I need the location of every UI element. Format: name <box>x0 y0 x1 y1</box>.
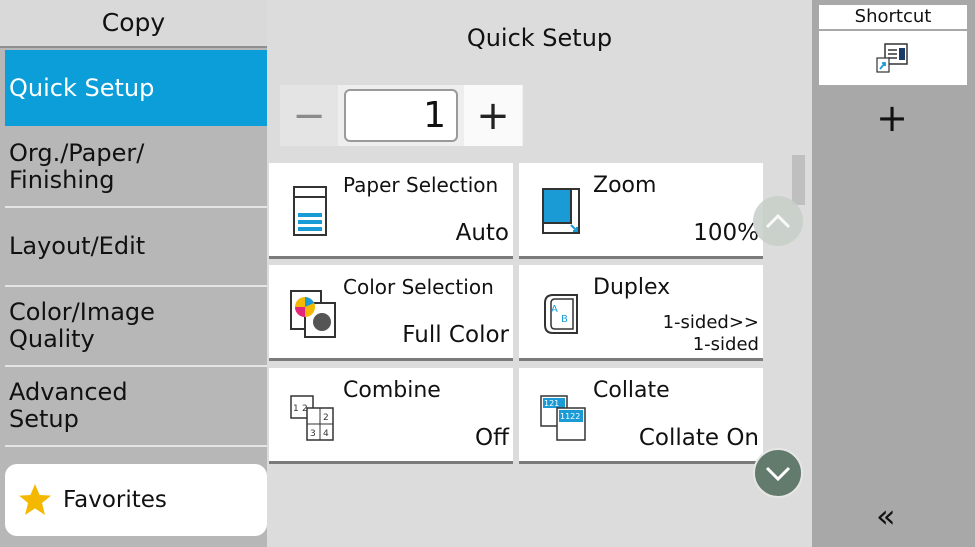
tile-label: Combine <box>343 378 441 403</box>
zoom-tile[interactable]: Zoom 100% <box>519 163 763 259</box>
copies-input[interactable]: 1 <box>344 89 458 142</box>
sidebar-item-label: Advanced Setup <box>9 377 128 433</box>
sidebar-item-color-image-quality[interactable]: Color/Image Quality <box>5 287 267 364</box>
tile-label: Collate <box>593 378 670 403</box>
sidebar-item-org-paper-finishing[interactable]: Org./Paper/ Finishing <box>5 128 267 206</box>
chevron-up-icon <box>765 213 791 229</box>
sidebar-item-label: Quick Setup <box>9 73 155 102</box>
duplex-tile[interactable]: A B Duplex 1-sided>> 1-sided <box>519 265 763 361</box>
tile-value: Collate On <box>638 425 759 451</box>
sidebar-title: Copy <box>0 0 267 48</box>
decrement-button[interactable]: − <box>280 85 338 146</box>
tile-value: Full Color <box>402 322 509 348</box>
tile-value: 100% <box>693 220 759 246</box>
color-selection-tile[interactable]: Color Selection Full Color <box>269 265 513 361</box>
scroll-up-button[interactable] <box>753 196 803 246</box>
shortcut-button[interactable] <box>819 31 967 85</box>
svg-text:121: 121 <box>544 399 559 408</box>
sidebar: Copy Quick Setup Org./Paper/ Finishing L… <box>0 0 267 547</box>
svg-text:A: A <box>551 304 558 315</box>
sidebar-item-label: Layout/Edit <box>9 231 146 260</box>
paper-tray-icon <box>293 186 327 236</box>
tile-label: Zoom <box>593 173 657 198</box>
sidebar-item-label: Org./Paper/ Finishing <box>9 139 145 194</box>
tile-value: Off <box>475 425 509 451</box>
favorites-button[interactable]: Favorites <box>5 464 267 536</box>
svg-text:1122: 1122 <box>560 412 580 421</box>
svg-text:1: 1 <box>293 404 299 414</box>
tile-label: Duplex <box>593 275 671 300</box>
scroll-down-button[interactable] <box>753 448 803 498</box>
copy-screen: Copy Quick Setup Org./Paper/ Finishing L… <box>0 0 975 547</box>
tile-label: Paper Selection <box>343 173 499 197</box>
shortcut-panel: Shortcut + « <box>812 0 975 547</box>
chevron-down-icon <box>765 466 791 482</box>
divider <box>5 445 267 447</box>
star-icon <box>19 484 51 515</box>
paper-selection-tile[interactable]: Paper Selection Auto <box>269 163 513 259</box>
color-selection-icon <box>290 290 336 338</box>
collapse-panel-button[interactable]: « <box>876 497 896 535</box>
sidebar-item-quick-setup[interactable]: Quick Setup <box>5 50 267 126</box>
increment-button[interactable]: + <box>464 85 522 146</box>
svg-text:2: 2 <box>323 413 329 423</box>
favorites-label: Favorites <box>63 487 167 513</box>
scrollbar-thumb[interactable] <box>792 155 805 205</box>
svg-text:3: 3 <box>310 429 316 439</box>
sidebar-item-advanced-setup[interactable]: Advanced Setup <box>5 367 267 444</box>
tile-value: Auto <box>455 220 509 246</box>
shortcut-header: Shortcut <box>819 5 967 29</box>
tile-value: 1-sided>> 1-sided <box>662 312 759 355</box>
svg-text:B: B <box>561 314 568 325</box>
combine-tile[interactable]: 1 2 2 3 4 Combine Off <box>269 368 513 464</box>
combine-icon: 1 2 2 3 4 <box>290 395 334 441</box>
duplex-icon: A B <box>544 294 578 334</box>
add-shortcut-button[interactable]: + <box>872 98 912 138</box>
collate-tile[interactable]: 121 1122 Collate Collate On <box>519 368 763 464</box>
sidebar-item-label: Color/Image Quality <box>9 297 155 353</box>
main-panel: Quick Setup − 1 + Paper Selection Auto Z… <box>267 0 812 547</box>
shortcut-icon <box>876 43 908 73</box>
collate-icon: 121 1122 <box>540 395 586 441</box>
tile-label: Color Selection <box>343 275 494 299</box>
sidebar-item-layout-edit[interactable]: Layout/Edit <box>5 208 267 284</box>
svg-text:4: 4 <box>323 429 329 439</box>
page-title: Quick Setup <box>466 24 613 52</box>
zoom-icon <box>542 188 580 234</box>
